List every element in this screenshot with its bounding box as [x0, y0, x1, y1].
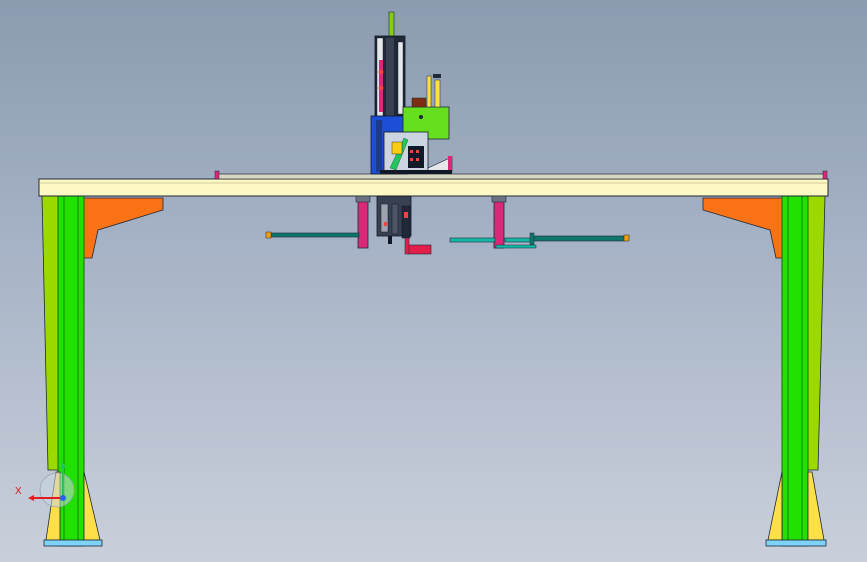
right-leg-column — [781, 195, 809, 547]
right-leg-assembly[interactable] — [702, 195, 827, 547]
right-leg-outer — [807, 195, 826, 471]
teal-rod-right-a — [449, 237, 496, 243]
hanger-left — [357, 195, 369, 249]
rail-end-left — [214, 170, 220, 180]
right-base-plate — [765, 539, 827, 547]
beam-rail — [217, 173, 827, 180]
left-bracket — [82, 197, 164, 259]
hanger-right — [493, 195, 505, 249]
teal-rod-right-b — [504, 237, 534, 243]
lower-tooling[interactable] — [265, 195, 630, 255]
triad-x-label: X — [15, 486, 22, 497]
left-leg-outer — [41, 195, 59, 471]
right-foot-gusset-right — [807, 471, 825, 541]
triad-z-axis — [60, 495, 66, 501]
left-foot-gusset-right — [83, 471, 101, 541]
teal-rod-right-c — [532, 235, 626, 242]
right-foot-gusset — [767, 471, 783, 541]
rail-end-right — [822, 170, 828, 180]
cad-viewport[interactable]: X — [0, 0, 867, 562]
carriage-assembly[interactable] — [370, 11, 453, 175]
main-beam[interactable] — [38, 170, 829, 197]
teal-rod-left — [268, 232, 360, 238]
left-base-plate — [43, 539, 103, 547]
gantry-model[interactable] — [0, 0, 867, 562]
right-bracket — [702, 197, 784, 259]
drop-tool-pink-block — [407, 244, 432, 255]
vertical-mast-top — [388, 11, 395, 39]
